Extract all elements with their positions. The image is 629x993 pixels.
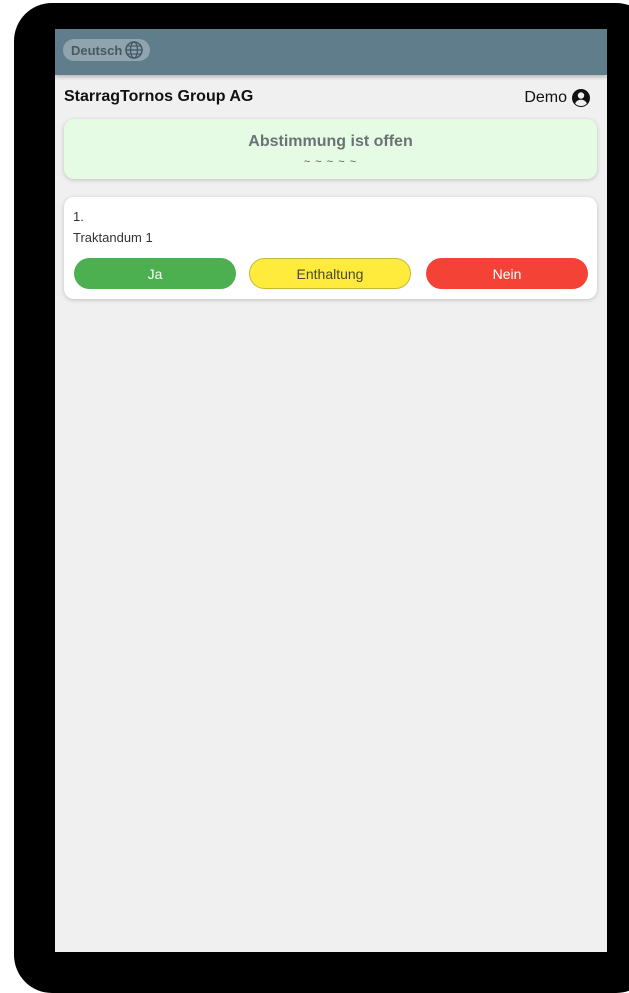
user-menu[interactable]: Demo — [524, 88, 591, 108]
company-name: StarragTornos Group AG — [64, 88, 254, 105]
vote-yes-button[interactable]: Ja — [74, 258, 236, 289]
vote-abstain-button[interactable]: Enthaltung — [249, 258, 411, 289]
language-selector-button[interactable]: Deutsch — [63, 39, 151, 61]
top-app-bar: Deutsch — [55, 29, 607, 75]
vote-no-button[interactable]: Nein — [426, 258, 588, 289]
voting-status-banner: Abstimmung ist offen ~ ~ ~ ~ ~ — [64, 119, 597, 179]
user-name: Demo — [524, 89, 567, 106]
agenda-item-card: 1. Traktandum 1 Ja Enthaltung Nein — [64, 197, 597, 299]
agenda-item-title: Traktandum 1 — [73, 230, 153, 245]
app-screen: Deutsch StarragTornos Group AG Demo Abst… — [55, 29, 607, 952]
agenda-item-number: 1. — [73, 209, 84, 224]
globe-icon — [124, 40, 144, 60]
voting-status-subtitle: ~ ~ ~ ~ ~ — [303, 156, 358, 168]
voting-status-title: Abstimmung ist offen — [248, 133, 413, 150]
language-label: Deutsch — [71, 42, 123, 58]
header-row: StarragTornos Group AG Demo — [55, 86, 607, 110]
user-circle-icon — [571, 88, 591, 108]
